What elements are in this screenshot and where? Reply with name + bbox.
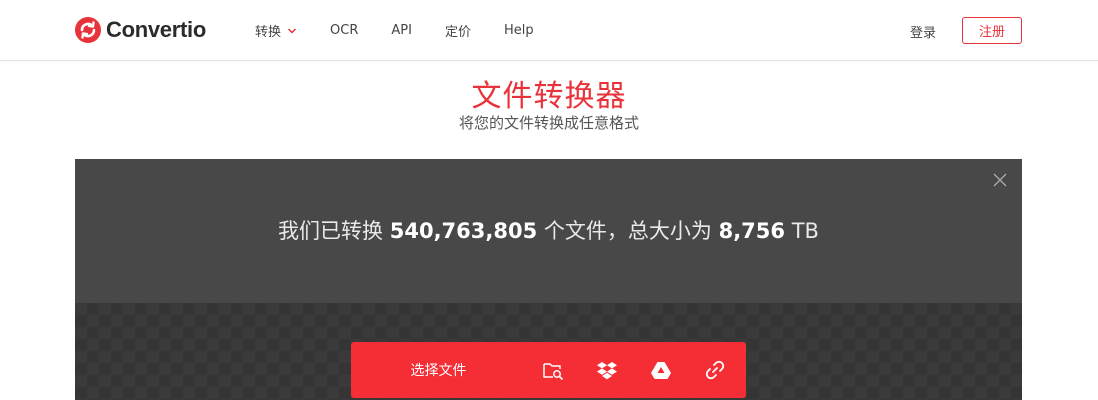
login-link[interactable]: 登录 [910, 22, 936, 41]
nav-item-pricing[interactable]: 定价 [445, 21, 471, 40]
dropbox-icon [597, 362, 617, 380]
nav-item-label: API [391, 23, 412, 38]
from-computer-button[interactable] [526, 342, 580, 398]
upload-toolbar: 选择文件 [351, 342, 746, 398]
top-navigation-bar: Convertio 转换 OCR API 定价 Help 登录 注册 [0, 0, 1098, 61]
close-icon[interactable] [993, 173, 1007, 187]
convertio-logo-icon [75, 17, 101, 43]
page-subtitle: 将您的文件转换成任意格式 [458, 114, 639, 132]
folder-search-icon [543, 363, 563, 380]
register-button[interactable]: 注册 [962, 17, 1022, 44]
from-dropbox-button[interactable] [580, 342, 634, 398]
nav-item-api[interactable]: API [391, 23, 412, 38]
stats-banner: 我们已转换 540,763,805 个文件，总大小为 8,756 TB [75, 159, 1022, 303]
total-size: 8,756 [718, 219, 786, 243]
url-link-icon [705, 360, 725, 380]
brand-name: Convertio [106, 17, 206, 42]
nav-item-label: 转换 [255, 25, 282, 40]
page-title: 文件转换器 [471, 79, 627, 114]
nav-item-help[interactable]: Help [504, 23, 534, 38]
nav-item-label: Help [503, 23, 534, 38]
files-count: 540,763,805 [389, 219, 538, 243]
stats-middle: 个文件，总大小为 [543, 219, 712, 243]
main-nav: 转换 OCR API 定价 Help [255, 0, 567, 61]
nav-item-label: 定价 [444, 25, 471, 40]
size-unit: TB [791, 219, 819, 243]
from-google-drive-button[interactable] [634, 342, 688, 398]
stats-prefix: 我们已转换 [278, 219, 384, 243]
chevron-down-icon [287, 27, 297, 34]
google-drive-icon [651, 362, 671, 379]
nav-item-convert[interactable]: 转换 [255, 21, 297, 40]
from-url-button[interactable] [688, 342, 742, 398]
nav-item-label: OCR [330, 23, 359, 38]
choose-files-button[interactable]: 选择文件 [351, 342, 526, 398]
conversion-stats: 我们已转换 540,763,805 个文件，总大小为 8,756 TB [75, 215, 1022, 245]
nav-item-ocr[interactable]: OCR [330, 23, 358, 38]
convertio-logo[interactable]: Convertio [74, 16, 206, 44]
